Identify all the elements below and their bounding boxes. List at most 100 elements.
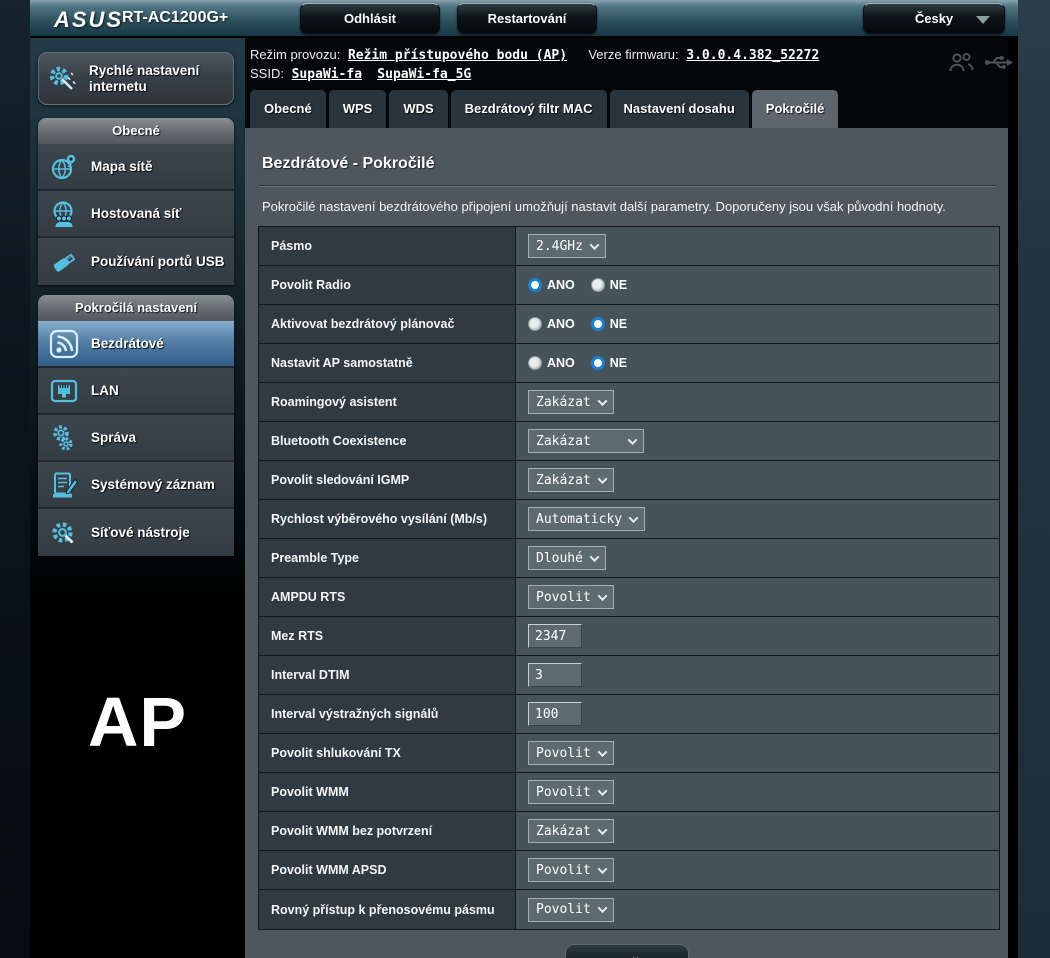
radio-povolit-radio-ano[interactable]: ANO: [528, 278, 575, 292]
dropdown-bluetooth-coexistence[interactable]: Zakázat: [528, 429, 644, 453]
dropdown-roamingovy-asistent[interactable]: Zakázat: [528, 390, 614, 414]
setting-label: Nastavit AP samostatně: [259, 344, 516, 382]
logout-button[interactable]: Odhlásit: [300, 3, 440, 34]
dropdown-preamble-type[interactable]: Dlouhé: [528, 546, 606, 570]
router-model: RT-AC1200G+: [122, 9, 228, 27]
quick-setup-label: Rychlé nastavení internetu: [89, 63, 225, 94]
operation-mode-line: Režim provozu: Režim přístupového bodu (…: [250, 47, 819, 63]
radio-option-label: NE: [610, 317, 627, 331]
setting-label: Bluetooth Coexistence: [259, 422, 516, 460]
dropdown-povolit-sledovani-igmp[interactable]: Zakázat: [528, 468, 614, 492]
tab-wds[interactable]: WDS: [389, 90, 447, 128]
language-dropdown[interactable]: Česky: [863, 3, 1005, 34]
radio-aktivovat-bezdratovy-planovac-ne[interactable]: NE: [591, 317, 627, 331]
input-interval-vystraznych-signalu[interactable]: [528, 702, 582, 726]
chevron-down-icon: [597, 591, 607, 601]
radio-unselected-icon: [528, 317, 542, 331]
setting-row-preamble-type: Preamble TypeDlouhé: [259, 539, 999, 578]
dropdown-ampdu-rts[interactable]: Povolit: [528, 585, 614, 609]
chevron-down-icon: [597, 903, 607, 913]
ssid-link-24g[interactable]: SupaWi-fa: [292, 67, 362, 82]
radio-option-label: ANO: [547, 356, 575, 370]
sidebar-item-hostovana-sit[interactable]: Hostovaná síť: [38, 191, 234, 238]
sidebar-item-quick-internet-setup[interactable]: Rychlé nastavení internetu: [38, 52, 234, 105]
radio-option-label: ANO: [547, 278, 575, 292]
sidebar-item-label: Systémový záznam: [91, 477, 215, 492]
dropdown-selected-value: Povolit: [536, 590, 591, 605]
radio-povolit-radio-ne[interactable]: NE: [591, 278, 627, 292]
operation-mode-link[interactable]: Režim přístupového bodu (AP): [348, 48, 567, 63]
chevron-down-icon: [590, 240, 600, 250]
dropdown-rovny-pristup-k-prenosovemu-pasmu[interactable]: Povolit: [528, 898, 614, 922]
setting-label: Pásmo: [259, 227, 516, 265]
sidebar-item-lan[interactable]: LAN: [38, 368, 234, 415]
page-description: Pokročilé nastavení bezdrátového připoje…: [245, 187, 1008, 214]
setting-label: Aktivovat bezdrátový plánovač: [259, 305, 516, 343]
chevron-down-icon: [628, 435, 638, 445]
chevron-down-icon: [597, 474, 607, 484]
tab-nastaveni-dosahu[interactable]: Nastavení dosahu: [610, 90, 749, 128]
setting-row-aktivovat-bezdratovy-planovac: Aktivovat bezdrátový plánovač ANO NE: [259, 305, 999, 344]
sidebar-item-label: Mapa sítě: [91, 159, 153, 174]
setting-label: Povolit sledování IGMP: [259, 461, 516, 499]
setting-row-povolit-wmm: Povolit WMM Povolit: [259, 773, 999, 812]
setting-value-cell: Povolit: [516, 578, 999, 616]
dropdown-selected-value: Povolit: [536, 785, 591, 800]
sidebar-item-pouzivani-portu-usb[interactable]: Používání portů USB: [38, 238, 234, 285]
guest-network-icon: [49, 199, 79, 229]
reboot-button[interactable]: Restartování: [457, 3, 597, 34]
sidebar-item-systemovy-zaznam[interactable]: Systémový záznam: [38, 462, 234, 509]
radio-nastavit-ap-samostatne-ne[interactable]: NE: [591, 356, 627, 370]
wireless-icon: [49, 329, 79, 359]
ssid-link-5g[interactable]: SupaWi-fa_5G: [377, 67, 471, 82]
tab-obecne[interactable]: Obecné: [250, 90, 326, 128]
firmware-version-link[interactable]: 3.0.0.4.382_52272: [686, 48, 819, 63]
ssid-label: SSID:: [250, 66, 284, 81]
clients-icon[interactable]: [948, 52, 974, 72]
dropdown-selected-value: Zakázat: [536, 473, 591, 488]
dropdown-povolit-shlukovani-tx[interactable]: Povolit: [528, 741, 614, 765]
dropdown-pasmo[interactable]: 2.4GHz: [528, 234, 606, 258]
chevron-down-icon: [597, 864, 607, 874]
firmware-label: Verze firmwaru:: [588, 47, 678, 62]
input-interval-dtim[interactable]: [528, 663, 582, 687]
tab-wps[interactable]: WPS: [329, 90, 387, 128]
dropdown-rychlost-vyberoveho-vysilani-mb-s[interactable]: Automaticky: [528, 507, 645, 531]
radio-nastavit-ap-samostatne-ano[interactable]: ANO: [528, 356, 575, 370]
dropdown-povolit-wmm-apsd[interactable]: Povolit: [528, 858, 614, 882]
radio-group-nastavit-ap-samostatne: ANO NE: [528, 356, 627, 370]
sidebar-item-sitove-nastroje[interactable]: Síťové nástroje: [38, 509, 234, 556]
radio-aktivovat-bezdratovy-planovac-ano[interactable]: ANO: [528, 317, 575, 331]
input-mez-rts[interactable]: [528, 624, 582, 648]
radio-selected-icon: [528, 278, 542, 292]
dropdown-povolit-wmm[interactable]: Povolit: [528, 780, 614, 804]
chevron-down-icon: [590, 552, 600, 562]
setting-row-pasmo: Pásmo 2.4GHz: [259, 227, 999, 266]
setting-label: Rovný přístup k přenosovému pásmu: [259, 890, 516, 929]
setting-row-rychlost-vyberoveho-vysilani-mb-s: Rychlost výběrového vysílání (Mb/s)Autom…: [259, 500, 999, 539]
sidebar-group-header: Obecné: [38, 118, 234, 144]
setting-row-mez-rts: Mez RTS: [259, 617, 999, 656]
usb-icon[interactable]: [984, 54, 1014, 71]
setting-row-povolit-shlukovani-tx: Povolit shlukování TXPovolit: [259, 734, 999, 773]
router-admin-page: ASUS RT-AC1200G+ Odhlásit Restartování Č…: [0, 0, 1050, 958]
chevron-down-icon: [629, 513, 639, 523]
dropdown-selected-value: Zakázat: [536, 395, 591, 410]
sidebar-item-mapa-site[interactable]: Mapa sítě: [38, 144, 234, 191]
setting-value-cell: Povolit: [516, 851, 999, 889]
setting-label: Povolit WMM: [259, 773, 516, 811]
chevron-down-icon: [597, 786, 607, 796]
tab-pokrocile[interactable]: Pokročilé: [752, 90, 839, 128]
dropdown-selected-value: Povolit: [536, 902, 591, 917]
setting-label: Interval DTIM: [259, 656, 516, 694]
sidebar-item-label: LAN: [91, 383, 119, 398]
sidebar-item-label: Správa: [91, 430, 136, 445]
sidebar-item-bezdratove[interactable]: Bezdrátové: [38, 321, 234, 368]
setting-row-povolit-sledovani-igmp: Povolit sledování IGMP Zakázat: [259, 461, 999, 500]
setting-row-interval-dtim: Interval DTIM: [259, 656, 999, 695]
sidebar-item-sprava[interactable]: Správa: [38, 415, 234, 462]
tab-bezdratovy-filtr-mac[interactable]: Bezdrátový filtr MAC: [451, 90, 607, 128]
setting-value-cell: ANO NE: [516, 266, 999, 304]
dropdown-povolit-wmm-bez-potvrzeni[interactable]: Zakázat: [528, 819, 614, 843]
apply-button[interactable]: Použít: [565, 944, 689, 958]
